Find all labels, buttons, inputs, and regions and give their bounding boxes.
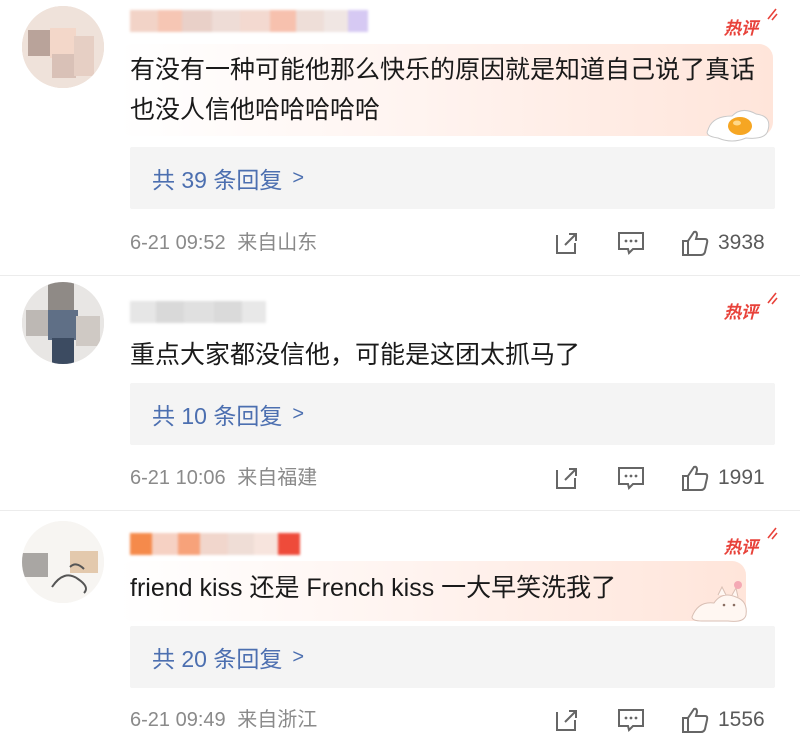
like-icon[interactable] (680, 463, 710, 493)
avatar[interactable] (22, 6, 104, 88)
comment-icon[interactable] (616, 705, 646, 735)
action-bar: 1556 (552, 703, 774, 737)
hot-badge-icon: 热评 (724, 292, 778, 323)
location: 来自山东 (237, 232, 318, 254)
comment-item: 热评 friend kiss 还是 French kiss 一大早笑洗我了 共 … (0, 510, 800, 752)
username-blurred[interactable] (130, 301, 266, 323)
comment-meta: 6-21 09:49 来自浙江 (130, 705, 317, 735)
location: 来自福建 (237, 467, 318, 489)
comment-meta: 6-21 09:52 来自山东 (130, 228, 317, 258)
reply-count-label: 共 39 条回复 (152, 167, 283, 193)
reply-count-label: 共 20 条回复 (152, 646, 283, 672)
hot-badge-label: 热评 (724, 303, 758, 323)
timestamp: 6-21 10:06 (130, 467, 226, 489)
username-blurred[interactable] (130, 533, 300, 555)
view-replies-button[interactable]: 共 20 条回复 > (130, 626, 775, 688)
avatar[interactable] (22, 282, 104, 364)
avatar-drawing-icon (51, 563, 87, 594)
avatar[interactable] (22, 521, 104, 603)
sparkle-icon (767, 292, 778, 305)
hot-badge-label: 热评 (724, 538, 758, 558)
sparkle-icon (767, 527, 778, 540)
chevron-right-icon: > (292, 166, 305, 189)
share-icon[interactable] (552, 228, 582, 258)
comment-text: 重点大家都没信他，可能是这团太抓马了 (130, 341, 581, 369)
share-icon[interactable] (552, 463, 582, 493)
reply-count-label: 共 10 条回复 (152, 403, 283, 429)
like-count: 1991 (718, 466, 765, 489)
timestamp: 6-21 09:52 (130, 232, 226, 254)
hot-badge-icon: 热评 (724, 8, 778, 39)
chevron-right-icon: > (292, 402, 305, 425)
view-replies-button[interactable]: 共 10 条回复 > (130, 383, 775, 445)
comment-item: 热评 有没有一种可能他那么快乐的原因就是知道自己说了真话也没人信他哈哈哈哈哈 共… (0, 0, 800, 275)
timestamp: 6-21 09:49 (130, 709, 226, 731)
comment-text: friend kiss 还是 French kiss 一大早笑洗我了 (130, 574, 617, 602)
hot-badge-icon: 热评 (724, 527, 778, 558)
comment-icon[interactable] (616, 228, 646, 258)
like-icon[interactable] (680, 705, 710, 735)
comment-item: 热评 重点大家都没信他，可能是这团太抓马了 共 10 条回复 > 6-21 10… (0, 275, 800, 510)
share-icon[interactable] (552, 705, 582, 735)
like-count: 1556 (718, 708, 765, 731)
like-icon[interactable] (680, 228, 710, 258)
comment-icon[interactable] (616, 463, 646, 493)
view-replies-button[interactable]: 共 39 条回复 > (130, 147, 775, 209)
sparkle-icon (767, 8, 778, 21)
chevron-right-icon: > (292, 645, 305, 668)
comment-meta: 6-21 10:06 来自福建 (130, 463, 317, 493)
username-blurred[interactable] (130, 10, 368, 32)
like-count: 3938 (718, 231, 765, 254)
action-bar: 1991 (552, 461, 774, 495)
hot-badge-label: 热评 (724, 19, 758, 39)
action-bar: 3938 (552, 226, 774, 260)
location: 来自浙江 (237, 709, 318, 731)
comment-text: 有没有一种可能他那么快乐的原因就是知道自己说了真话也没人信他哈哈哈哈哈 (130, 56, 756, 124)
